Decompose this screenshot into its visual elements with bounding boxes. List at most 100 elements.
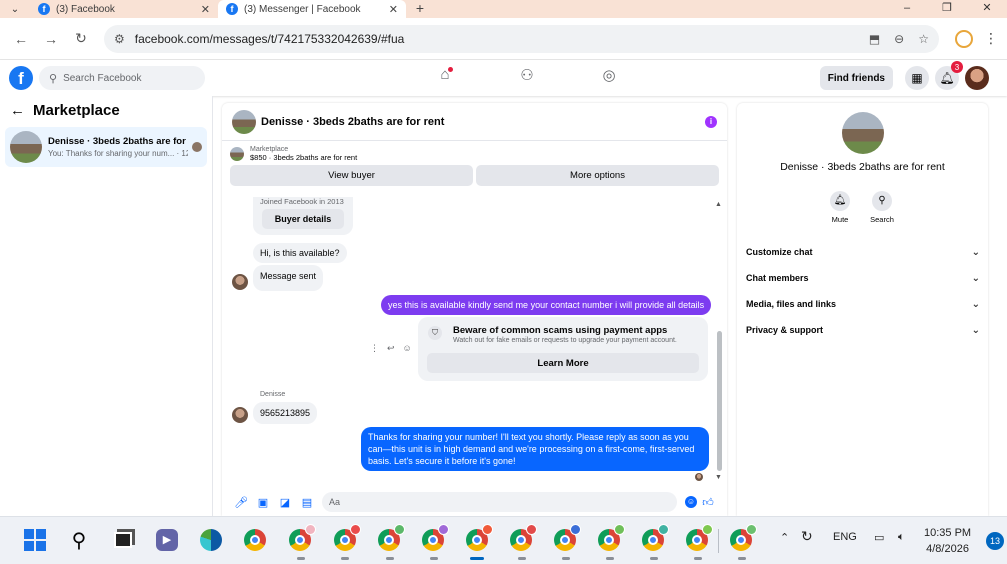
forward-arrow-icon[interactable]: → [36,31,66,47]
chat-members-item[interactable]: Chat members ⌄ [746,265,980,291]
search-button[interactable]: ⚲ Search [870,191,894,224]
scroll-thumb[interactable] [717,331,722,471]
thumbs-up-icon[interactable]: 👍︎ [697,496,719,509]
view-buyer-button[interactable]: View buyer [230,165,473,186]
outgoing-message[interactable]: yes this is available kindly send me you… [381,295,712,315]
taskbar-clock[interactable]: 10:35 PM 4/8/2026 [924,525,971,557]
scroll-down-icon[interactable]: ▼ [715,474,722,481]
browser-menu-icon[interactable]: ⋮ [981,30,1001,47]
customize-chat-item[interactable]: Customize chat ⌄ [746,239,980,265]
media-files-links-item[interactable]: Media, files and links ⌄ [746,291,980,317]
back-arrow-icon[interactable]: ← [6,31,36,47]
volume-icon[interactable]: 🔈︎ [898,531,905,544]
chat-list-item[interactable]: Denisse · 3beds 2baths are for r... You:… [5,127,207,167]
task-view-icon[interactable] [110,527,136,553]
clock-date: 4/8/2026 [926,543,969,555]
listing-thumbnail[interactable] [842,112,884,154]
site-info-icon[interactable]: ⚙ [114,32,125,46]
chrome-profile-icon[interactable] [596,524,625,553]
chrome-profile-icon[interactable] [464,524,493,553]
start-windows-icon[interactable] [22,527,48,553]
sender-avatar[interactable] [232,274,248,290]
react-icon[interactable]: ☺ [403,343,412,354]
conversation-info-icon[interactable]: i [705,115,717,128]
message-input[interactable]: Aa [322,492,677,512]
new-tab-icon[interactable]: + [406,0,434,18]
teams-icon[interactable]: ▶ [154,527,180,553]
microphone-icon[interactable]: 🎤︎ [230,496,252,509]
close-window-icon[interactable]: ✕ [967,0,1007,18]
chevron-down-icon: ⌄ [971,272,980,284]
gif-icon[interactable]: ▤ [296,496,318,509]
restore-icon[interactable]: ❐ [927,0,967,18]
account-avatar[interactable] [965,66,989,90]
close-tab-icon[interactable]: ✕ [201,3,210,16]
chrome-profile-icon[interactable] [332,524,361,553]
sender-avatar[interactable] [232,407,248,423]
tab-messenger[interactable]: f (3) Messenger | Facebook ✕ [218,0,406,18]
chrome-profile-icon[interactable] [684,524,713,553]
chrome-profile-icon[interactable] [508,524,537,553]
reload-icon[interactable]: ↻ [66,30,96,47]
tab-facebook[interactable]: f (3) Facebook ✕ [30,0,218,18]
minimize-icon[interactable]: – [887,0,927,18]
incoming-message[interactable]: Message sent [253,265,324,291]
more-icon[interactable]: ⋮ [370,343,379,354]
gaming-icon[interactable]: ◎ [568,66,650,84]
incoming-message[interactable]: 9565213895 [253,402,318,424]
facebook-search-input[interactable]: ⚲ Search Facebook [39,66,205,90]
tab-search-icon[interactable]: ⌄ [0,0,30,18]
seen-avatar [192,142,202,152]
edge-icon[interactable] [198,527,224,553]
chrome-icon[interactable] [242,527,268,553]
install-app-icon[interactable]: ⬒ [869,32,880,46]
message-scrollbar[interactable]: ▲ ▼ [715,201,723,481]
sticker-icon[interactable]: ◪ [274,496,296,509]
scroll-up-icon[interactable]: ▲ [715,201,722,208]
privacy-support-item[interactable]: Privacy & support ⌄ [746,317,980,343]
notifications-bell-icon[interactable]: 🔔︎ 3 [935,61,963,90]
chrome-profile-icon[interactable] [287,524,316,553]
language-indicator[interactable]: ENG [833,531,857,543]
reply-icon[interactable]: ↩ [387,343,395,354]
more-options-button[interactable]: More options [476,165,719,186]
facebook-logo-icon[interactable]: f [9,66,33,90]
profile-icon[interactable] [955,29,973,48]
windows-taskbar: ⚲ ▶ ⌃ ↻ ENG ▭ 🔈︎ 10:35 PM 4/8/2026 13 [0,516,1007,564]
zoom-icon[interactable]: ⊖ [894,32,904,46]
chrome-profile-icon[interactable] [552,524,581,553]
bookmark-star-icon[interactable]: ☆ [918,32,929,46]
emoji-icon[interactable]: ☺ [685,496,697,508]
close-tab-icon[interactable]: ✕ [389,3,398,16]
scam-warning-title: Beware of common scams using payment app… [453,325,668,336]
listing-thumbnail[interactable] [232,109,256,134]
find-friends-button[interactable]: Find friends [819,66,893,90]
taskbar-search-icon[interactable]: ⚲ [66,527,92,553]
active-indicator [470,557,484,560]
chrome-profile-icon[interactable] [376,524,405,553]
message-list[interactable]: Joined Facebook in 2013 Buyer details Hi… [222,197,727,487]
mute-button[interactable]: 🔔︎ Mute [829,191,851,224]
url-text: facebook.com/messages/t/742175332042639/… [134,31,405,46]
display-icon[interactable]: ▭ [874,531,884,544]
outgoing-message[interactable]: Thanks for sharing your number! I'll tex… [361,427,709,471]
notification-center-badge[interactable]: 13 [986,532,1004,550]
address-bar[interactable]: ⚙ facebook.com/messages/t/74217533204263… [104,24,939,53]
marketplace-listing-row[interactable]: Marketplace $850 · 3beds 2baths are for … [222,141,727,162]
friends-icon[interactable]: ⚇ [486,66,568,84]
chrome-profile-icon[interactable] [640,524,669,553]
chrome-profile-icon[interactable] [728,524,757,553]
message-placeholder: Aa [329,497,341,507]
menu-grid-icon[interactable]: ▦ [905,66,929,90]
back-arrow-icon[interactable]: ← [10,102,25,119]
conversation-panel: Denisse · 3beds 2baths are for rent i Ma… [222,103,727,516]
home-icon[interactable]: ⌂ [404,66,486,84]
buyer-details-button[interactable]: Buyer details [262,209,344,229]
learn-more-button[interactable]: Learn More [427,353,699,373]
photo-icon[interactable]: ▣ [252,496,274,509]
conversation-title[interactable]: Denisse · 3beds 2baths are for rent [261,116,705,128]
sync-icon[interactable]: ↻ [801,528,813,545]
incoming-message[interactable]: Hi, is this available? [253,243,347,263]
chrome-profile-icon[interactable] [420,524,449,553]
chevron-up-icon[interactable]: ⌃ [780,531,789,544]
